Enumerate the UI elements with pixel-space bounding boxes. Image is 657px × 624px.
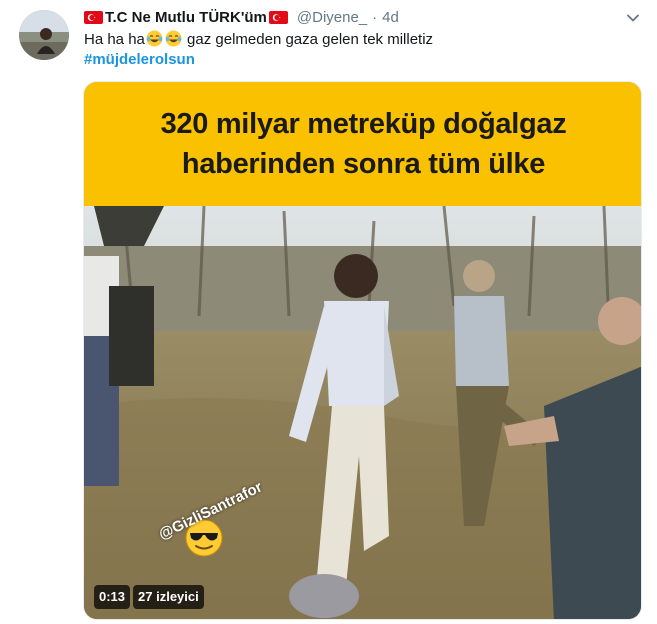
- tweet-text-end: gaz gelmeden gaza gelen tek milletiz: [182, 31, 434, 48]
- turkish-flag-icon: [84, 10, 103, 24]
- video-duration: 0:13: [94, 585, 131, 609]
- banner-line-1: 320 milyar metreküp doğalgaz: [160, 108, 567, 140]
- author-handle[interactable]: @Diyene_: [297, 9, 367, 26]
- hashtag-link[interactable]: #müjdelerolsun: [84, 50, 195, 70]
- turkish-flag-icon: [268, 10, 288, 24]
- chevron-down-icon[interactable]: [625, 10, 641, 26]
- laughing-emoji-icon: [165, 30, 182, 47]
- video-frame: [84, 206, 641, 619]
- tweet-text: Ha ha ha gaz gelmeden gaza gelen tek mil…: [84, 30, 433, 50]
- video-player[interactable]: 320 milyar metreküp doğalgaz haberinden …: [83, 81, 642, 620]
- banner-line-2: haberinden sonra tüm ülke: [181, 148, 546, 180]
- avatar[interactable]: [19, 10, 69, 60]
- laughing-emoji-icon: [146, 30, 163, 47]
- author-name[interactable]: T.C Ne Mutlu TÜRK'üm: [105, 9, 267, 26]
- video-caption-banner: 320 milyar metreküp doğalgaz haberinden …: [84, 82, 641, 206]
- separator-dot: ·: [372, 8, 378, 26]
- video-overlay: 0:13 27 izleyici: [94, 585, 204, 609]
- view-count: 27 izleyici: [133, 585, 204, 609]
- tweet-text-start: Ha ha ha: [84, 31, 145, 48]
- tweet[interactable]: T.C Ne Mutlu TÜRK'üm @Diyene_ · 4d Ha ha…: [0, 0, 657, 624]
- tweet-header: T.C Ne Mutlu TÜRK'üm @Diyene_ · 4d: [84, 7, 399, 27]
- tweet-timestamp[interactable]: 4d: [382, 9, 399, 26]
